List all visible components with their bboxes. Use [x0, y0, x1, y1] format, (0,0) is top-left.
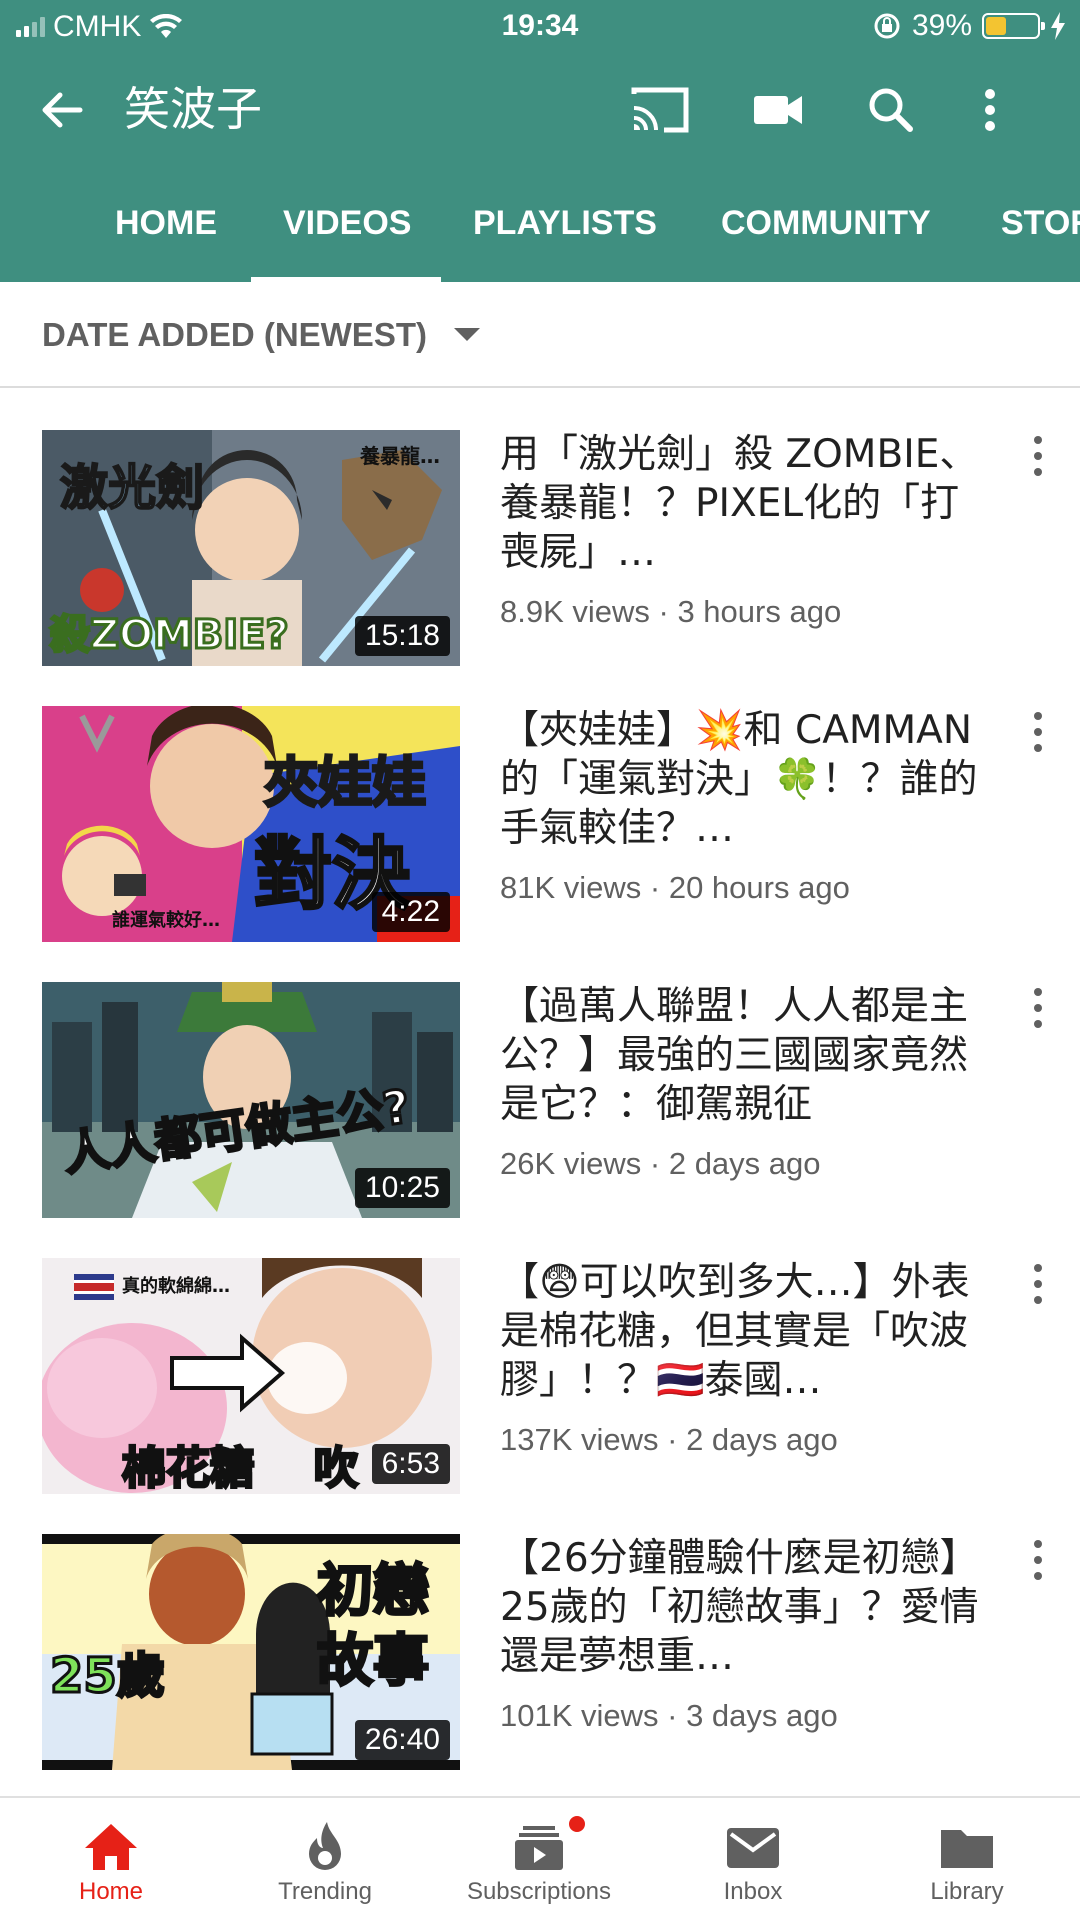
cast-icon[interactable]	[630, 84, 690, 136]
video-more-icon[interactable]	[1028, 432, 1048, 480]
video-meta: 81K views · 20 hours ago	[500, 870, 850, 905]
sort-label: DATE ADDED (NEWEST)	[42, 316, 427, 353]
video-duration: 6:53	[371, 1444, 450, 1484]
subscriptions-icon	[515, 1826, 563, 1870]
nav-label: Home	[78, 1878, 144, 1905]
thumbnail-caption: 養暴龍…	[360, 444, 440, 468]
thumbnail-caption: 誰運氣較好…	[112, 910, 220, 931]
tab-home[interactable]: HOME	[115, 164, 217, 282]
video-duration: 26:40	[354, 1720, 450, 1760]
tab-videos[interactable]: VIDEOS	[283, 164, 411, 282]
video-list-item[interactable]: 25歲 初戀 故事 26:40 【26分鐘體驗什麼是初戀】25歲的「初戀故事」？…	[0, 1534, 1080, 1770]
video-list-item[interactable]: 人人都可做主公? 10:25 【過萬人聯盟！人人都是主公？】最強的三國國家竟然是…	[0, 982, 1080, 1218]
channel-header: CMHK 19:34 39% 笑波子 HOME VIDEOS PLAYLISTS…	[0, 0, 1080, 282]
video-duration: 15:18	[354, 616, 450, 656]
video-title[interactable]: 用「激光劍」殺 ZOMBIE、養暴龍！？PIXEL化的「打喪屍」…	[500, 430, 980, 577]
charging-bolt-icon	[1051, 12, 1065, 40]
video-meta: 8.9K views · 3 hours ago	[500, 594, 842, 629]
more-vert-icon[interactable]	[975, 84, 1005, 136]
video-more-icon[interactable]	[1028, 1260, 1048, 1308]
video-meta: 137K views · 2 days ago	[500, 1422, 838, 1457]
nav-label: Inbox	[723, 1878, 783, 1905]
notification-badge	[567, 1814, 587, 1834]
status-bar: CMHK 19:34 39%	[0, 0, 1080, 54]
library-folder-icon	[941, 1830, 993, 1868]
nav-subscriptions[interactable]: Subscriptions	[431, 1798, 647, 1920]
video-meta: 26K views · 2 days ago	[500, 1146, 821, 1181]
home-icon	[85, 1824, 137, 1870]
video-list-item[interactable]: 真的軟綿綿… 棉花糖 吹 6:53 【😨可以吹到多大…】外表是棉花糖，但其實是「…	[0, 1258, 1080, 1494]
video-more-icon[interactable]	[1028, 984, 1048, 1032]
channel-title: 笑波子	[124, 82, 262, 136]
search-icon[interactable]	[862, 84, 922, 136]
nav-label: Subscriptions	[466, 1878, 612, 1905]
video-thumbnail[interactable]: 真的軟綿綿… 棉花糖 吹 6:53	[42, 1258, 460, 1494]
video-title[interactable]: 【過萬人聯盟！人人都是主公？】最強的三國國家竟然是它？：御駕親征	[500, 982, 980, 1129]
thumbnail-caption: 故事	[316, 1628, 431, 1696]
video-duration: 10:25	[354, 1168, 450, 1208]
nav-trending[interactable]: Trending	[217, 1798, 433, 1920]
video-thumbnail[interactable]: 激光劍 養暴龍… 殺ZOMBIE? 15:18	[42, 430, 460, 666]
video-title[interactable]: 【夾娃娃】💥和 CAMMAN的「運氣對決」🍀！？誰的手氣較佳？…	[500, 706, 980, 853]
thumbnail-caption: 激光劍	[59, 459, 205, 517]
thumbnail-caption: 吹	[313, 1442, 360, 1495]
inbox-mail-icon	[727, 1828, 779, 1868]
video-thumbnail[interactable]: 25歲 初戀 故事 26:40	[42, 1534, 460, 1770]
nav-label: Trending	[278, 1878, 372, 1905]
video-title[interactable]: 【26分鐘體驗什麼是初戀】25歲的「初戀故事」？愛情還是夢想重…	[500, 1534, 980, 1681]
tab-community[interactable]: COMMUNITY	[721, 164, 931, 282]
trending-flame-icon	[309, 1822, 341, 1870]
tab-playlists[interactable]: PLAYLISTS	[473, 164, 657, 282]
thumbnail-caption: 初戀	[316, 1558, 431, 1626]
thumbnail-caption: 殺ZOMBIE?	[49, 611, 291, 660]
video-thumbnail[interactable]: 夾娃娃 對決 誰運氣較好… 4:22	[42, 706, 460, 942]
video-list-item[interactable]: 夾娃娃 對決 誰運氣較好… 4:22 【夾娃娃】💥和 CAMMAN的「運氣對決」…	[0, 706, 1080, 942]
thumbnail-caption: 真的軟綿綿…	[122, 1276, 230, 1297]
bottom-navigation: Home Trending Subscriptions Inbox Librar…	[0, 1796, 1080, 1920]
battery-icon	[982, 13, 1045, 39]
tab-store[interactable]: STOR	[1001, 164, 1080, 282]
video-title[interactable]: 【😨可以吹到多大…】外表是棉花糖，但其實是「吹波膠」！？🇹🇭泰國…	[500, 1258, 980, 1405]
thumbnail-caption: 25歲	[49, 1647, 167, 1706]
channel-tabs: HOME VIDEOS PLAYLISTS COMMUNITY STOR	[0, 164, 1080, 282]
nav-inbox[interactable]: Inbox	[645, 1798, 861, 1920]
toolbar: 笑波子	[0, 54, 1080, 164]
nav-library[interactable]: Library	[859, 1798, 1075, 1920]
camera-icon[interactable]	[748, 84, 808, 136]
video-more-icon[interactable]	[1028, 1536, 1048, 1584]
battery-percent: 39%	[911, 9, 972, 42]
rotation-lock-icon	[874, 13, 900, 39]
video-duration: 4:22	[371, 892, 450, 932]
video-list-item[interactable]: 激光劍 養暴龍… 殺ZOMBIE? 15:18 用「激光劍」殺 ZOMBIE、養…	[0, 430, 1080, 666]
dropdown-arrow-icon	[454, 328, 480, 341]
nav-label: Library	[930, 1878, 1004, 1905]
video-meta: 101K views · 3 days ago	[500, 1698, 838, 1733]
video-more-icon[interactable]	[1028, 708, 1048, 756]
nav-home[interactable]: Home	[3, 1798, 219, 1920]
thumbnail-caption: 夾娃娃	[263, 750, 428, 816]
sort-dropdown[interactable]: DATE ADDED (NEWEST)	[0, 282, 1080, 388]
thumbnail-caption: 棉花糖	[121, 1442, 256, 1495]
video-thumbnail[interactable]: 人人都可做主公? 10:25	[42, 982, 460, 1218]
back-arrow-icon[interactable]	[36, 84, 88, 136]
